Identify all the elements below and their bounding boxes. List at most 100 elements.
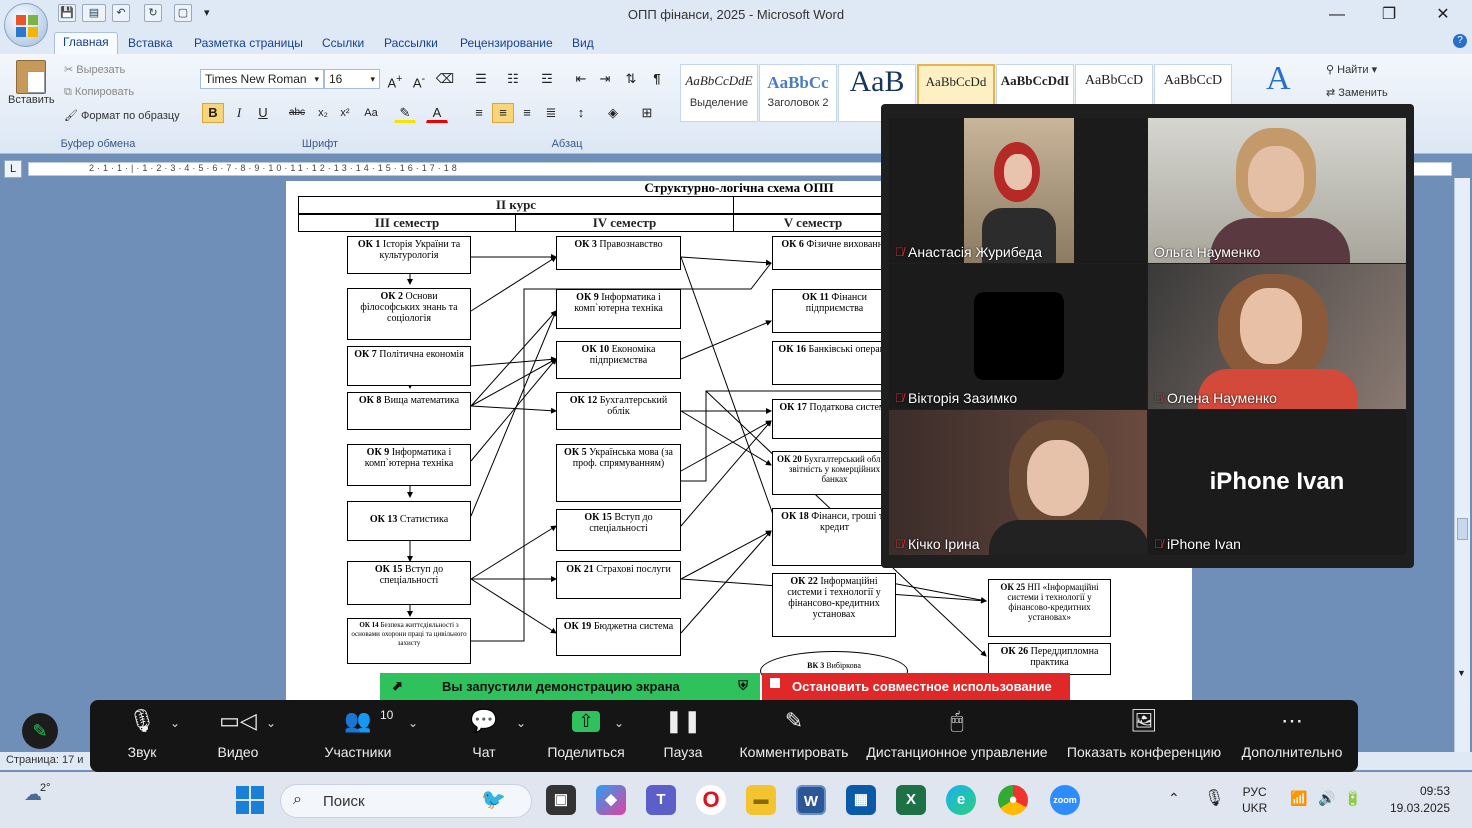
align-center-icon[interactable]: ≡	[492, 103, 514, 123]
microphone-tray-icon[interactable]: 🎙	[1204, 788, 1224, 808]
edge-icon[interactable]: e	[946, 785, 976, 815]
superscript-button[interactable]: x²	[334, 103, 356, 123]
copy-button[interactable]: ⧉ Копировать	[64, 86, 134, 99]
scroll-thumb[interactable]	[1457, 518, 1468, 540]
course-box[interactable]: ОК 19 Бюджетна система	[556, 618, 681, 656]
chat-button[interactable]: 💬 Чат	[460, 700, 508, 772]
zoom-icon[interactable]: zoom	[1050, 785, 1080, 815]
task-view-icon[interactable]: ▣	[546, 785, 576, 815]
vertical-scrollbar[interactable]: ▼	[1454, 178, 1470, 753]
chrome-icon[interactable]: ●	[998, 785, 1028, 815]
store-icon[interactable]: ▦	[846, 785, 876, 815]
tab-references[interactable]: Ссылки	[314, 34, 372, 52]
audio-button[interactable]: 🎙 Звук	[112, 700, 172, 772]
numbering-icon[interactable]: ☷	[502, 69, 524, 89]
course-box[interactable]: ОК 2 Основи філософських знань та соціол…	[347, 288, 471, 340]
font-name-combo[interactable]: Times New Roman ▾	[200, 69, 324, 89]
cut-button[interactable]: ✂ Вырезать	[64, 63, 125, 76]
course-box[interactable]: ОК 12 Бухгалтерський облік	[556, 392, 681, 430]
participant-tile[interactable]: iPhone Ivan 🎙̸ iPhone Ivan	[1148, 410, 1406, 555]
tab-view[interactable]: Вид	[564, 34, 602, 52]
replace-button[interactable]: ⇄ Заменить	[1326, 86, 1388, 99]
participant-tile[interactable]: Ольга Науменко	[1148, 118, 1406, 263]
clock[interactable]: 09:53 19.03.2025	[1376, 783, 1450, 817]
search-box[interactable]: ⌕ Поиск 🐦	[280, 784, 532, 818]
highlight-icon[interactable]: ✎	[394, 103, 416, 123]
line-spacing-icon[interactable]: ↕	[570, 103, 592, 123]
italic-button[interactable]: I	[228, 103, 250, 123]
close-button[interactable]: ✕	[1428, 4, 1458, 26]
course-box[interactable]: ОК 9 Інформатика і комп`ютерна техніка	[556, 289, 681, 329]
help-icon[interactable]: ?	[1453, 34, 1467, 48]
tab-insert[interactable]: Вставка	[120, 34, 181, 52]
font-size-combo[interactable]: 16 ▾	[324, 69, 380, 89]
course-box[interactable]: ОК 14 Безпека життєдіяльності з основами…	[347, 618, 471, 664]
increase-indent-icon[interactable]: ⇥	[594, 69, 616, 89]
annotate-button[interactable]: ✎ Комментировать	[736, 700, 852, 772]
course-box[interactable]: ОК 16 Банківські операції	[772, 341, 897, 385]
find-button[interactable]: ⚲ Найти ▾	[1326, 63, 1377, 76]
align-right-icon[interactable]: ≡	[516, 103, 538, 123]
course-box[interactable]: ОК 5 Українська мова (за проф. спрямуван…	[556, 444, 681, 502]
grow-font-icon[interactable]: A+	[384, 69, 406, 90]
justify-icon[interactable]: ≣	[540, 103, 562, 123]
course-box[interactable]: ОК 20 Бухгалтерський облік і звітність у…	[772, 451, 897, 495]
course-box[interactable]: ОК 18 Фінанси, гроші та кредит	[772, 508, 897, 566]
change-styles-icon[interactable]: A	[1266, 60, 1291, 98]
style-heading2[interactable]: AaBbCc Заголовок 2	[759, 64, 837, 122]
course-box[interactable]: ОК 11 Фінанси підприємства	[772, 289, 897, 333]
style-emphasis[interactable]: AaBbCcDdE Выделение	[680, 64, 758, 122]
sort-icon[interactable]: ⇅	[620, 69, 642, 89]
chevron-up-icon[interactable]: ⌃	[1168, 790, 1180, 807]
share-button[interactable]: ⇧ Поделиться	[546, 700, 626, 772]
change-case-button[interactable]: Aa	[360, 103, 382, 123]
copilot-icon[interactable]: ◆	[596, 785, 626, 815]
wifi-icon[interactable]: 📶	[1290, 790, 1307, 807]
windows-start-icon[interactable]	[236, 786, 264, 814]
opera-icon[interactable]: O	[696, 785, 726, 815]
shading-icon[interactable]: ◈	[602, 103, 624, 123]
participant-tile[interactable]: 🎙̸ Олена Науменко	[1148, 264, 1406, 409]
word-icon[interactable]: W	[796, 785, 826, 815]
course-box[interactable]: ОК 22 Інформаційні системи і технології …	[772, 573, 896, 637]
minimize-button[interactable]: —	[1322, 4, 1352, 26]
course-box[interactable]: ОК 17 Податкова система	[772, 399, 897, 439]
file-explorer-icon[interactable]: ▬	[746, 785, 776, 815]
zoom-video-panel[interactable]: 🎙̸ Анастасія Журибеда Ольга Науменко 🎙̸ Ві…	[881, 104, 1414, 568]
excel-icon[interactable]: X	[896, 785, 926, 815]
borders-icon[interactable]: ⊞	[636, 103, 658, 123]
course-box[interactable]: ОК 25 НП «Інформаційні системи і техноло…	[988, 579, 1111, 637]
participant-tile[interactable]: 🎙̸ Вікторія Зазимко	[889, 264, 1147, 409]
chat-chevron-icon[interactable]: ⌄	[516, 716, 526, 730]
maximize-button[interactable]: ❐	[1374, 4, 1404, 26]
teams-icon[interactable]: T	[646, 785, 676, 815]
office-button[interactable]	[4, 3, 48, 47]
font-color-icon[interactable]: A	[426, 103, 448, 123]
align-left-icon[interactable]: ≡	[468, 103, 490, 123]
tab-home[interactable]: Главная	[54, 32, 118, 55]
course-box[interactable]: ОК 15 Вступ до спеціальності	[556, 509, 681, 551]
course-box[interactable]: ОК 8 Вища математика	[347, 392, 471, 430]
pilcrow-icon[interactable]: ¶	[646, 69, 668, 89]
screen-share-banner[interactable]: ⬈ Вы запустили демонстрацию экрана ⛨	[380, 673, 760, 700]
battery-icon[interactable]: 🔋	[1344, 790, 1361, 807]
pause-button[interactable]: ❚❚ Пауза	[660, 700, 706, 772]
audio-chevron-icon[interactable]: ⌄	[170, 716, 180, 730]
show-meeting-button[interactable]: 🖼 Показать конференцию	[1064, 700, 1224, 772]
video-button[interactable]: ▭◁ Видео	[208, 700, 268, 772]
stop-share-button[interactable]: Остановить совместное использование	[762, 673, 1070, 700]
bold-button[interactable]: B	[202, 103, 224, 123]
course-box[interactable]: ОК 7 Політична економія	[347, 346, 471, 386]
course-box[interactable]: ОК 21 Страхові послуги	[556, 561, 681, 599]
clear-format-icon[interactable]: ⌫	[434, 69, 456, 89]
format-painter-button[interactable]: 🖌 Формат по образцу	[64, 109, 180, 122]
underline-button[interactable]: U	[252, 103, 274, 123]
multilevel-list-icon[interactable]: ☲	[536, 69, 558, 89]
subscript-button[interactable]: x₂	[312, 103, 334, 123]
scroll-down-icon[interactable]: ▼	[1457, 668, 1466, 678]
course-box[interactable]: ОК 6 Фізичне виховання	[772, 236, 897, 270]
course-box[interactable]: ОК 9 Інформатика і комп`ютерна техніка	[347, 444, 471, 486]
tab-page-layout[interactable]: Разметка страницы	[186, 34, 311, 52]
course-box[interactable]: ОК 15 Вступ до спеціальності	[347, 561, 471, 605]
remote-control-button[interactable]: 🖱 Дистанционное управление	[864, 700, 1050, 772]
